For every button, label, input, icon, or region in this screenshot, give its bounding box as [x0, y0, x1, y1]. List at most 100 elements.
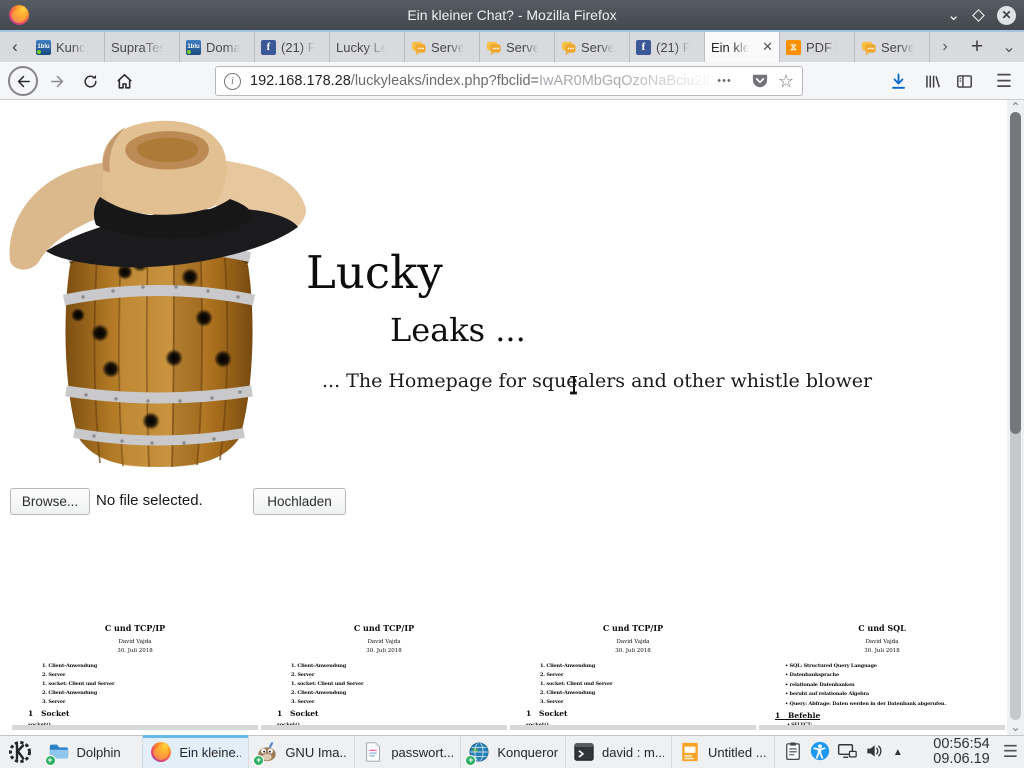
preview-hscrollbar[interactable]	[261, 725, 507, 730]
forward-button[interactable]	[45, 69, 69, 93]
system-tray: ▲ 00:56:54 09.06.19 ☰	[775, 736, 1024, 768]
url-token: IwAR0MbGqOzoNaBciu2lDYP	[539, 73, 713, 89]
menu-button[interactable]: ☰	[992, 69, 1016, 93]
pdf-preview-2[interactable]: C und TCP/IP David Vajda 30. Juli 2018 1…	[261, 612, 507, 730]
task-libreoffice-impress[interactable]: Untitled ...	[672, 736, 775, 768]
file-status-text: No file selected.	[96, 492, 203, 509]
pdf-title: C und TCP/IP	[510, 612, 756, 633]
tab-pdf[interactable]: ⧖ PDF i	[780, 32, 855, 62]
all-tabs-dropdown-button[interactable]: ⌄	[994, 32, 1024, 62]
tab-facebook-2[interactable]: f (21) F	[630, 32, 705, 62]
pdf-author: David Vajda	[759, 633, 1005, 645]
task-gimp[interactable]: + GNU Ima...	[249, 736, 355, 768]
home-button[interactable]	[112, 69, 136, 93]
1blu-favicon: 1blu	[186, 40, 201, 55]
tab-close-icon[interactable]: ✕	[762, 39, 773, 55]
tab-domain[interactable]: 1blu Doma	[180, 32, 255, 62]
tab-server-4[interactable]: Serve	[855, 32, 930, 62]
impress-icon	[679, 741, 701, 763]
1blu-favicon: 1blu	[36, 40, 51, 55]
task-konqueror[interactable]: + Konqueror	[461, 736, 566, 768]
tab-server-1[interactable]: Serve	[405, 32, 480, 62]
new-activity-badge: +	[465, 755, 476, 766]
window-titlebar[interactable]: Ein kleiner Chat? - Mozilla Firefox ⌄ ✕	[0, 0, 1024, 30]
upload-submit-button[interactable]: Hochladen	[253, 488, 346, 515]
sidebar-button[interactable]	[952, 69, 976, 93]
volume-tray-icon[interactable]	[864, 741, 886, 763]
pdf-author: David Vajda	[261, 633, 507, 645]
scroll-tabs-right-button[interactable]: ›	[930, 32, 960, 62]
clipboard-tray-icon[interactable]	[783, 741, 805, 763]
pdf-date: 30. Juli 2018	[510, 645, 756, 654]
url-bar[interactable]: i 192.168.178.28/luckyleaks/index.php?fb…	[215, 66, 803, 96]
back-button[interactable]	[8, 66, 38, 96]
task-firefox-ein-kleiner-chat[interactable]: Ein kleine...	[143, 736, 249, 768]
facebook-favicon: f	[636, 40, 651, 55]
task-dolphin[interactable]: + Dolphin	[41, 736, 144, 768]
browser-viewport: Lucky Leaks ... ... The Homepage for squ…	[0, 100, 1024, 735]
preview-hscrollbar[interactable]	[759, 725, 1005, 730]
preview-hscrollbar[interactable]	[12, 725, 258, 730]
tab-facebook-1[interactable]: f (21) F	[255, 32, 330, 62]
clock-date: 09.06.19	[910, 752, 990, 767]
digital-clock[interactable]: 00:56:54 09.06.19	[910, 737, 990, 767]
pdf-title: C und TCP/IP	[12, 612, 258, 633]
page-subtitle: Leaks ...	[390, 311, 526, 349]
text-document-icon	[362, 741, 384, 763]
display-connect-tray-icon[interactable]	[837, 741, 859, 763]
tab-kunde[interactable]: 1blu Kund	[30, 32, 105, 62]
pdf-author: David Vajda	[510, 633, 756, 645]
task-passwort-document[interactable]: passwort...	[355, 736, 461, 768]
panel-toolbox-icon[interactable]: ☰	[1003, 742, 1018, 762]
reload-button[interactable]	[78, 69, 102, 93]
preview-hscrollbar[interactable]	[510, 725, 756, 730]
tray-expand-arrow[interactable]: ▲	[893, 747, 903, 758]
close-button[interactable]: ✕	[997, 6, 1016, 25]
navigation-toolbar: i 192.168.178.28/luckyleaks/index.php?fb…	[0, 62, 1024, 100]
tab-supratest[interactable]: SupraTes	[105, 32, 180, 62]
firefox-icon	[150, 741, 172, 763]
pdf-date: 30. Juli 2018	[759, 645, 1005, 654]
pdf-preview-3[interactable]: C und TCP/IP David Vajda 30. Juli 2018 1…	[510, 612, 756, 730]
tab-ein-kleiner-chat-active[interactable]: Ein kle ✕	[705, 32, 780, 62]
scrollbar-down-arrow[interactable]: ⌄	[1007, 720, 1024, 734]
file-upload-form: Browse... No file selected. Hochladen	[10, 488, 410, 515]
konqueror-globe-icon: +	[468, 741, 490, 763]
pdf-date: 30. Juli 2018	[12, 645, 258, 654]
maximize-button[interactable]	[972, 9, 985, 22]
pocket-icon[interactable]	[750, 71, 770, 91]
dolphin-icon: +	[48, 741, 70, 763]
minimize-button[interactable]: ⌄	[947, 8, 960, 23]
new-tab-button[interactable]: +	[960, 32, 994, 62]
tab-server-3[interactable]: Serve	[555, 32, 630, 62]
downloads-button[interactable]	[886, 69, 910, 93]
scroll-tabs-left-button[interactable]: ‹	[0, 32, 30, 62]
page-actions-icon[interactable]: •••	[717, 75, 732, 87]
bookmark-star-icon[interactable]: ☆	[778, 72, 794, 90]
tab-luckyleaks[interactable]: Lucky Le	[330, 32, 405, 62]
pdf-title: C und SQL	[759, 612, 1005, 633]
application-launcher-button[interactable]	[0, 736, 41, 768]
pdf-date: 30. Juli 2018	[261, 645, 507, 654]
text-cursor	[569, 376, 578, 393]
url-text[interactable]: 192.168.178.28/luckyleaks/index.php?fbcl…	[250, 73, 713, 89]
pdf24-favicon: ⧖	[786, 40, 801, 55]
browse-button[interactable]: Browse...	[10, 488, 90, 515]
active-window-accent-line	[0, 30, 1024, 32]
kde-taskbar: + Dolphin Ein kleine... + GNU Ima... pas…	[0, 735, 1024, 768]
gimp-icon: +	[256, 741, 278, 763]
library-button[interactable]	[920, 69, 944, 93]
pdf-preview-4[interactable]: C und SQL David Vajda 30. Juli 2018 • SQ…	[759, 612, 1005, 730]
accessibility-tray-icon[interactable]	[810, 741, 832, 763]
firefox-icon	[8, 4, 30, 26]
tab-server-2[interactable]: Serve	[480, 32, 555, 62]
chat-favicon	[486, 40, 501, 55]
clock-time: 00:56:54	[910, 737, 990, 752]
scrollbar-thumb[interactable]	[1010, 112, 1021, 434]
task-konsole[interactable]: david : m...	[566, 736, 672, 768]
lucky-leaks-barrel-logo	[8, 115, 308, 480]
new-activity-badge: +	[45, 755, 56, 766]
page-scrollbar[interactable]: ⌃ ⌄	[1007, 100, 1024, 735]
site-info-icon[interactable]: i	[224, 73, 241, 90]
pdf-preview-1[interactable]: C und TCP/IP David Vajda 30. Juli 2018 1…	[12, 612, 258, 730]
